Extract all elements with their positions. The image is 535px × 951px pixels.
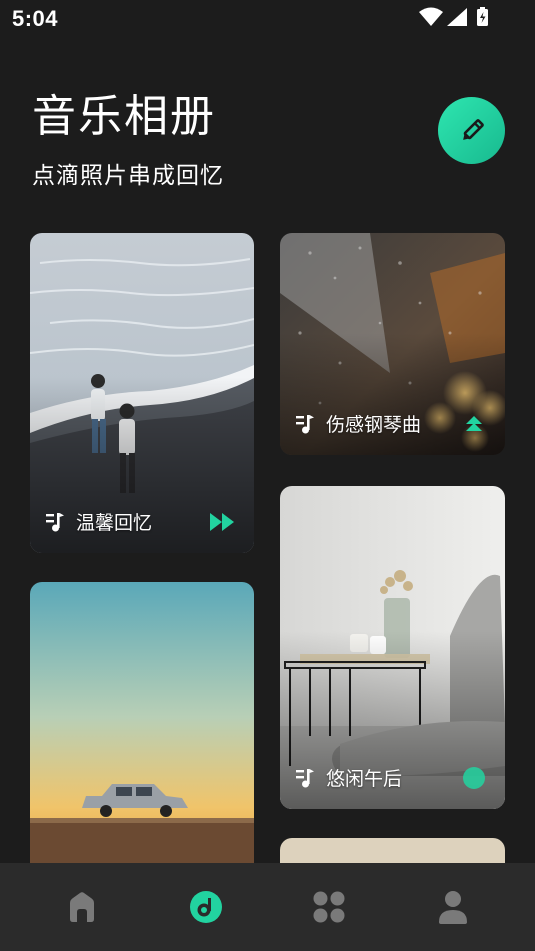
album-card-sad-piano[interactable]: 伤感钢琴曲 xyxy=(280,233,505,455)
page-subtitle: 点滴照片串成回忆 xyxy=(32,163,224,189)
status-time: 5:04 xyxy=(12,6,59,31)
home-icon xyxy=(69,892,94,922)
album-cover-vintage-car xyxy=(30,582,254,882)
eject-button[interactable] xyxy=(461,411,487,437)
battery-icon xyxy=(477,7,488,26)
page-title: 音乐相册 xyxy=(32,91,216,142)
nav-apps[interactable] xyxy=(299,877,359,937)
album-label: 伤感钢琴曲 xyxy=(294,410,421,437)
wifi-icon xyxy=(419,7,443,26)
nav-music[interactable] xyxy=(176,877,236,937)
apps-icon xyxy=(313,891,345,923)
dot-icon xyxy=(463,767,485,789)
signal-icon xyxy=(447,8,467,26)
album-title: 伤感钢琴曲 xyxy=(326,414,422,436)
play-forward-icon xyxy=(210,513,234,531)
eject-icon xyxy=(466,416,482,431)
music-note-icon xyxy=(296,414,314,433)
album-card-leisure-afternoon[interactable]: 悠闲午后 xyxy=(280,486,505,809)
bottom-nav xyxy=(0,863,535,951)
album-title: 悠闲午后 xyxy=(326,768,403,790)
status-bar: 5:04 xyxy=(0,0,535,40)
nav-profile[interactable] xyxy=(423,877,483,937)
album-card-vintage-car[interactable] xyxy=(30,582,254,882)
edit-button[interactable] xyxy=(438,97,505,164)
status-icons xyxy=(419,7,488,26)
album-title: 温馨回忆 xyxy=(76,512,153,534)
album-label: 悠闲午后 xyxy=(294,764,402,791)
dot-button[interactable] xyxy=(461,765,487,791)
music-note-icon xyxy=(46,512,64,531)
play-forward-button[interactable] xyxy=(210,509,236,535)
pencil-icon xyxy=(462,118,484,140)
profile-icon xyxy=(439,891,468,924)
nav-home[interactable] xyxy=(52,877,112,937)
music-note-icon xyxy=(296,768,314,787)
music-disc-icon xyxy=(189,891,222,923)
album-card-warm-memories[interactable]: 温馨回忆 xyxy=(30,233,254,553)
album-label: 温馨回忆 xyxy=(44,508,152,535)
